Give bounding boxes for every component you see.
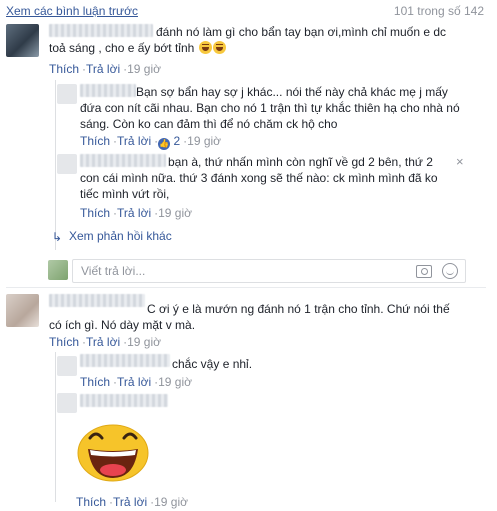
reply-thread-line: [55, 352, 56, 502]
timestamp[interactable]: 19 giờ: [158, 375, 192, 389]
like-button[interactable]: Thích: [76, 495, 106, 509]
reply-actions: Thích ·Trả lời ·19 giờ: [80, 206, 192, 220]
close-icon[interactable]: ×: [456, 154, 464, 169]
timestamp[interactable]: 19 giờ: [127, 335, 161, 349]
reply-actions: Thích ·Trả lời ·👍 2·19 giờ: [80, 134, 222, 150]
reply-button[interactable]: Trả lời: [117, 206, 151, 220]
reply-actions: Thích ·Trả lời ·19 giờ: [76, 495, 188, 509]
like-button[interactable]: Thích: [49, 335, 79, 349]
reply-text: Bạn sợ bẩn hay sợ j khác... nói thế này …: [80, 85, 460, 131]
avatar[interactable]: [57, 84, 77, 104]
timestamp[interactable]: 19 giờ: [127, 62, 161, 76]
avatar[interactable]: [57, 356, 77, 376]
like-button[interactable]: Thích: [80, 134, 110, 148]
reply-text: chắc vậy e nhỉ.: [172, 357, 253, 371]
avatar[interactable]: [57, 393, 77, 413]
laughing-sticker-icon: [76, 420, 150, 482]
reply-button[interactable]: Trả lời: [117, 375, 151, 389]
reply-input-placeholder: Viết trả lời...: [81, 264, 146, 278]
reply-button[interactable]: Trả lời: [86, 62, 120, 76]
comment-text: đánh nó làm gì cho bẩn tay bạn ơi,mình c…: [49, 25, 447, 55]
view-more-replies-link[interactable]: Xem phản hồi khác: [69, 229, 172, 243]
camera-icon[interactable]: [416, 265, 432, 278]
reply-text: bạn à, thứ nhấn mình còn nghĩ về gd 2 bê…: [80, 155, 438, 201]
avatar[interactable]: [6, 294, 39, 327]
view-previous-comments-link[interactable]: Xem các bình luận trước: [6, 4, 138, 18]
reply-thread-line: [55, 80, 56, 250]
avatar[interactable]: [57, 154, 77, 174]
divider: [6, 287, 486, 288]
laughing-emoji-icon: [198, 41, 212, 54]
timestamp[interactable]: 19 giờ: [187, 134, 221, 148]
reply-button[interactable]: Trả lời: [113, 495, 147, 509]
reply-button[interactable]: Trả lời: [86, 335, 120, 349]
commenter-name[interactable]: [80, 354, 170, 367]
comment-actions: Thích ·Trả lời ·19 giờ: [49, 335, 161, 349]
reply-input[interactable]: Viết trả lời...: [72, 259, 466, 283]
emoji-icon[interactable]: [442, 263, 458, 279]
commenter-name[interactable]: [80, 394, 168, 407]
comment-text: C ơi ý e là mướn ng đánh nó 1 trận cho t…: [49, 302, 450, 332]
like-button[interactable]: Thích: [49, 62, 79, 76]
like-reaction-icon[interactable]: 👍: [158, 138, 171, 150]
like-button[interactable]: Thích: [80, 375, 110, 389]
reply-button[interactable]: Trả lời: [117, 134, 151, 148]
comment-count: 101 trong số 142: [393, 4, 484, 18]
avatar: [48, 260, 68, 280]
reaction-count[interactable]: 2: [173, 134, 180, 148]
timestamp[interactable]: 19 giờ: [158, 206, 192, 220]
reply-actions: Thích ·Trả lời ·19 giờ: [80, 375, 192, 389]
comment-actions: Thích ·Trả lời ·19 giờ: [49, 62, 161, 76]
avatar[interactable]: [6, 24, 39, 57]
like-button[interactable]: Thích: [80, 206, 110, 220]
more-replies-arrow-icon: ↳: [52, 230, 63, 244]
timestamp[interactable]: 19 giờ: [154, 495, 188, 509]
laughing-emoji-icon: [212, 41, 226, 54]
